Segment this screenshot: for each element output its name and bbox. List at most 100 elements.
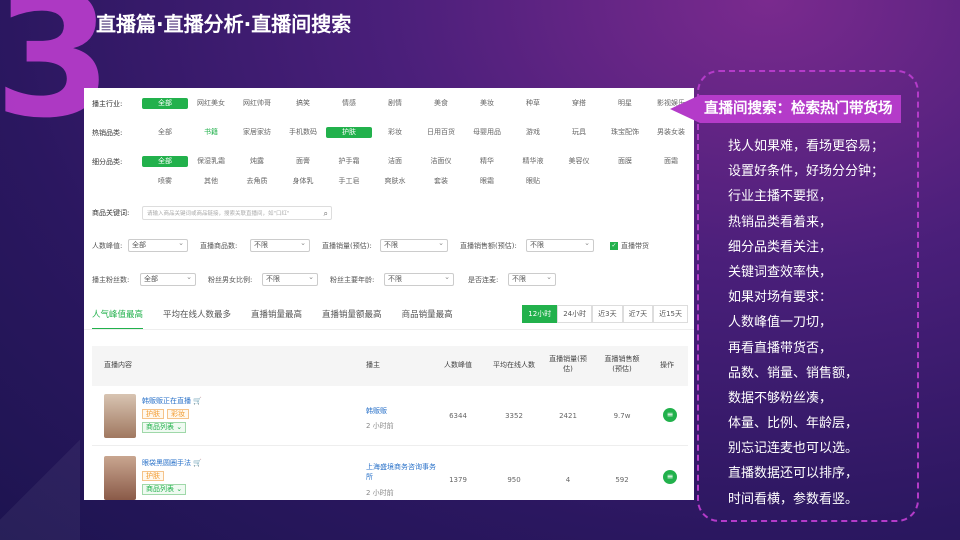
callout-line: 设置好条件，好场分分钟； (728, 164, 885, 180)
filter-option[interactable]: 珠宝配饰 (602, 127, 648, 138)
amount-value: 592 (615, 476, 629, 484)
tab-peak[interactable]: 人气峰值最高 (92, 308, 144, 330)
filter-option[interactable]: 身体乳 (280, 176, 326, 187)
filter-option[interactable]: 炖露 (234, 156, 280, 167)
tab-sales[interactable]: 直播销量最高 (251, 308, 302, 330)
filter-option[interactable]: 全部 (142, 156, 188, 167)
peak-select[interactable]: 全部 (128, 238, 188, 252)
col-sales: 直播销量(预估) (549, 355, 587, 373)
mic-select[interactable]: 不限 (508, 272, 556, 286)
filter-option[interactable]: 套装 (418, 176, 464, 187)
callout-line: 如果对场有要求： (728, 290, 833, 306)
filter-option[interactable]: 日用百货 (418, 127, 464, 138)
filter-option[interactable]: 手工皂 (326, 176, 372, 187)
detail-icon[interactable]: ≡ (663, 470, 677, 484)
filter-option[interactable]: 穿搭 (556, 98, 602, 109)
filter-option[interactable]: 全部 (142, 98, 188, 109)
filter-option[interactable]: 美食 (418, 98, 464, 109)
filter-option[interactable]: 眼贴 (510, 176, 556, 187)
filter-option[interactable]: 游戏 (510, 127, 556, 138)
filter-option[interactable]: 手机数码 (280, 127, 326, 138)
filter-option[interactable]: 去角质 (234, 176, 280, 187)
time-3d-button[interactable]: 近3天 (592, 305, 623, 323)
filter-option[interactable]: 彩妆 (372, 127, 418, 138)
peak-label: 人数峰值: (92, 241, 123, 250)
host-name[interactable]: 上海盛境商务咨询事务所 (366, 462, 436, 482)
time-15d-button[interactable]: 近15天 (653, 305, 688, 323)
host-time: 2 小时前 (366, 422, 394, 430)
live-title[interactable]: 韩贩贩正在直播 🛒 (142, 396, 202, 406)
tab-sales-amount[interactable]: 直播销量额最高 (322, 308, 382, 330)
sub-category-options-2: 喷雾 其他 去角质 身体乳 手工皂 爽肤水 套装 眼霜 眼贴 (142, 176, 556, 187)
filter-option[interactable]: 其他 (188, 176, 234, 187)
filter-option[interactable]: 美妆 (464, 98, 510, 109)
filter-option[interactable]: 家居家纺 (234, 127, 280, 138)
arrow-left-icon (670, 95, 700, 123)
filter-option[interactable]: 种草 (510, 98, 556, 109)
time-12h-button[interactable]: 12小时 (522, 305, 558, 323)
amount-label: 直播销售额(预估): (460, 241, 517, 250)
filter-option[interactable]: 洁面仪 (418, 156, 464, 167)
banner-text: 直播间搜索：检索热门带货场 (700, 95, 901, 123)
tag-group: 护肤 (142, 471, 167, 481)
filter-option[interactable]: 网红帅哥 (234, 98, 280, 109)
filter-option[interactable]: 保湿乳霜 (188, 156, 234, 167)
time-24h-button[interactable]: 24小时 (557, 305, 593, 323)
carry-label: 直播带货 (621, 241, 649, 250)
filter-option[interactable]: 情感 (326, 98, 372, 109)
product-list-button[interactable]: 商品列表 ⌄ (142, 484, 187, 495)
industry-filter-row: 播主行业: 全部 网红美女 网红帅哥 搞笑 情感 剧情 美食 美妆 种草 穿搭 明星 影视娱乐 (92, 98, 694, 109)
filter-option[interactable]: 面膜 (602, 156, 648, 167)
fans-select[interactable]: 全部 (140, 272, 196, 286)
tag: 彩妆 (167, 409, 189, 419)
tab-avg-online[interactable]: 平均在线人数最多 (163, 308, 231, 330)
sub-category-options: 全部 保湿乳霜 炖露 面膏 护手霜 洁面 洁面仪 精华 精华液 美容仪 面膜 面霜 (142, 156, 694, 167)
gender-label: 粉丝男女比例: (208, 275, 253, 284)
filter-option[interactable]: 母婴用品 (464, 127, 510, 138)
filter-option[interactable]: 面霜 (648, 156, 694, 167)
filter-option[interactable]: 精华 (464, 156, 510, 167)
host-time: 2 小时前 (366, 489, 394, 497)
search-icon[interactable]: ⌕ (324, 208, 328, 220)
filter-option[interactable]: 眼霜 (464, 176, 510, 187)
filter-option[interactable]: 明星 (602, 98, 648, 109)
filter-option[interactable]: 玩具 (556, 127, 602, 138)
carry-checkbox[interactable]: ✓ (610, 241, 618, 250)
amount-select[interactable]: 不限 (526, 238, 594, 252)
filter-option[interactable]: 护肤 (326, 127, 372, 138)
filter-option[interactable]: 美容仪 (556, 156, 602, 167)
live-search-panel: 播主行业: 全部 网红美女 网红帅哥 搞笑 情感 剧情 美食 美妆 种草 穿搭 明星 影视娱乐 热销品… (84, 88, 694, 500)
filter-option[interactable]: 喷雾 (142, 176, 188, 187)
filter-option[interactable]: 护手霜 (326, 156, 372, 167)
filter-option[interactable]: 男装女装 (648, 127, 694, 138)
filter-option[interactable]: 书籍 (188, 127, 234, 138)
time-7d-button[interactable]: 近7天 (622, 305, 654, 323)
filter-option[interactable]: 洁面 (372, 156, 418, 167)
filter-option[interactable]: 精华液 (510, 156, 556, 167)
divider (84, 329, 694, 330)
tab-goods-sales[interactable]: 商品销量最高 (402, 308, 453, 330)
detail-icon[interactable]: ≡ (663, 408, 677, 422)
age-select[interactable]: 不限 (384, 272, 454, 286)
filter-option[interactable]: 爽肤水 (372, 176, 418, 187)
goods-label: 直播商品数: (200, 241, 238, 250)
table-row[interactable]: 韩贩贩正在直播 🛒 护肤 彩妆 商品列表 ⌄ 韩贩贩 2 小时前 6344 3352… (92, 388, 688, 446)
filter-option[interactable]: 全部 (142, 127, 188, 138)
avg-value: 3352 (505, 412, 523, 420)
table-row[interactable]: 眼袋黑圆圈手法 🛒 护肤 商品列表 ⌄ 上海盛境商务咨询事务所 2 小时前 137… (92, 450, 688, 500)
cart-icon: 🛒 (193, 459, 202, 467)
filter-option[interactable]: 搞笑 (280, 98, 326, 109)
filter-option[interactable]: 剧情 (372, 98, 418, 109)
sub-category-row-2: 喷雾 其他 去角质 身体乳 手工皂 爽肤水 套装 眼霜 眼贴 (142, 176, 556, 187)
sales-select[interactable]: 不限 (380, 238, 448, 252)
filter-option[interactable]: 网红美女 (188, 98, 234, 109)
goods-select[interactable]: 不限 (250, 238, 310, 252)
col-content: 直播内容 (104, 361, 132, 369)
keyword-search-input[interactable]: 请输入商品关键词或商品链接，搜索关联直播间，如"口红" ⌕ (142, 206, 332, 220)
product-list-button[interactable]: 商品列表 ⌄ (142, 422, 187, 433)
hot-category-label: 热销品类: (92, 128, 123, 137)
gender-select[interactable]: 不限 (262, 272, 318, 286)
filter-option[interactable]: 面膏 (280, 156, 326, 167)
live-title[interactable]: 眼袋黑圆圈手法 🛒 (142, 458, 202, 468)
host-name[interactable]: 韩贩贩 (366, 406, 436, 416)
